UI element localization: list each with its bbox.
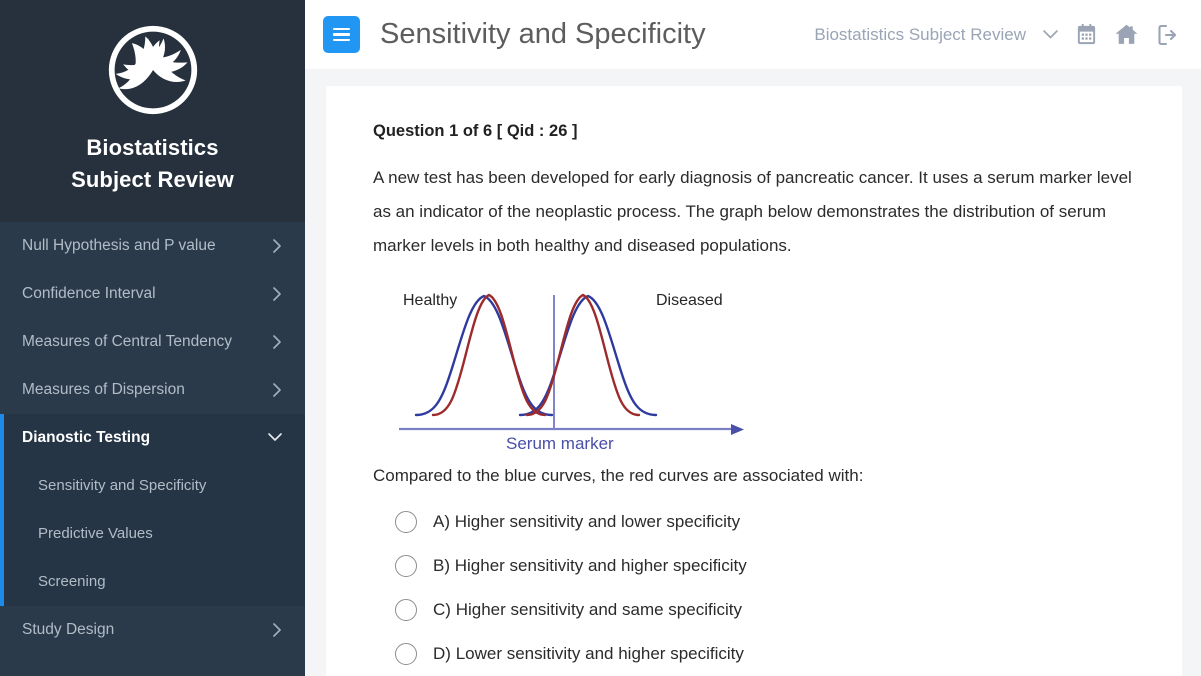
hamburger-bar — [333, 27, 350, 31]
answer-option-b[interactable]: B) Higher sensitivity and higher specifi… — [395, 544, 1142, 588]
answer-option-a-text: Higher sensitivity and lower specificity — [454, 512, 741, 531]
sidebar-item-label: Measures of Central Tendency — [22, 332, 232, 350]
answer-option-d-letter: D) — [433, 644, 451, 663]
answer-option-a[interactable]: A) Higher sensitivity and lower specific… — [395, 500, 1142, 544]
radio-button-b[interactable] — [395, 555, 417, 577]
sidebar-subnav: Sensitivity and Specificity Predictive V… — [0, 461, 305, 606]
question-body: A new test has been developed for early … — [373, 168, 1132, 255]
chart-xaxis-label: Serum marker — [506, 434, 614, 449]
sidebar-item-measures-of-central-tendency[interactable]: Measures of Central Tendency — [0, 318, 305, 366]
chevron-right-icon — [272, 238, 283, 254]
answer-option-d[interactable]: D) Lower sensitivity and higher specific… — [395, 632, 1142, 676]
radio-button-c[interactable] — [395, 599, 417, 621]
sidebar-item-study-design[interactable]: Study Design — [0, 606, 305, 654]
sidebar-item-confidence-interval[interactable]: Confidence Interval — [0, 270, 305, 318]
brand-title-line2: Subject Review — [71, 166, 234, 192]
answer-option-d-label: D) Lower sensitivity and higher specific… — [433, 644, 744, 664]
chevron-right-icon — [272, 622, 283, 638]
radio-button-d[interactable] — [395, 643, 417, 665]
question-heading: Question 1 of 6 [ Qid : 26 ] — [373, 122, 1142, 141]
sidebar-item-null-hypothesis-and-p-value[interactable]: Null Hypothesis and P value — [0, 222, 305, 270]
content-scroll-area[interactable]: Question 1 of 6 [ Qid : 26 ] A new test … — [305, 69, 1201, 676]
logout-icon[interactable] — [1155, 23, 1179, 47]
chevron-right-icon — [272, 334, 283, 350]
answer-option-c-letter: C) — [433, 600, 451, 619]
sidebar-item-dianostic-testing[interactable]: Dianostic Testing — [0, 413, 305, 462]
answer-option-b-label: B) Higher sensitivity and higher specifi… — [433, 556, 747, 576]
active-accent-rail-sub — [0, 461, 4, 606]
hamburger-menu-icon[interactable] — [323, 16, 360, 53]
calendar-icon[interactable] — [1075, 23, 1098, 46]
home-icon[interactable] — [1114, 22, 1139, 47]
chevron-down-icon[interactable] — [1042, 29, 1059, 40]
answer-option-a-label: A) Higher sensitivity and lower specific… — [433, 512, 740, 532]
brand-title: Biostatistics Subject Review — [71, 132, 234, 196]
active-accent-rail — [0, 413, 4, 462]
sidebar-subitem-label: Screening — [38, 573, 106, 591]
answer-options: A) Higher sensitivity and lower specific… — [395, 500, 1142, 676]
answer-option-d-text: Lower sensitivity and higher specificity — [455, 644, 744, 663]
topbar-actions: Biostatistics Subject Review — [814, 22, 1183, 47]
sidebar-item-label: Measures of Dispersion — [22, 380, 185, 398]
answer-option-c-text: Higher sensitivity and same specificity — [455, 600, 742, 619]
chevron-down-icon — [267, 432, 283, 443]
sidebar-item-label: Null Hypothesis and P value — [22, 236, 216, 254]
topbar: Sensitivity and Specificity Biostatistic… — [305, 0, 1201, 69]
brand-title-line1: Biostatistics — [86, 135, 219, 160]
question-card: Question 1 of 6 [ Qid : 26 ] A new test … — [326, 86, 1182, 676]
question-prompt: Compared to the blue curves, the red cur… — [373, 466, 864, 485]
chart-label-diseased: Diseased — [656, 292, 723, 309]
answer-option-c[interactable]: C) Higher sensitivity and same specifici… — [395, 588, 1142, 632]
sidebar-subitem-predictive-values[interactable]: Predictive Values — [0, 510, 305, 558]
answer-option-b-letter: B) — [433, 556, 450, 575]
chevron-right-icon — [272, 382, 283, 398]
question-number: Question 1 of 6 — [373, 122, 493, 140]
question-qid: [ Qid : 26 ] — [492, 122, 578, 140]
serum-marker-distribution-chart: Healthy Diseased Serum marker — [391, 277, 1142, 454]
spiral-swirl-logo-icon — [105, 22, 201, 118]
sidebar-brand: Biostatistics Subject Review — [0, 0, 305, 222]
chevron-right-icon — [272, 286, 283, 302]
answer-option-b-text: Higher sensitivity and higher specificit… — [454, 556, 747, 575]
sidebar: Biostatistics Subject Review Null Hypoth… — [0, 0, 305, 676]
sidebar-item-label: Dianostic Testing — [22, 428, 151, 446]
sidebar-subitem-label: Sensitivity and Specificity — [38, 477, 207, 495]
app-root: Biostatistics Subject Review Null Hypoth… — [0, 0, 1201, 676]
hamburger-bar — [333, 33, 350, 36]
sidebar-item-label: Confidence Interval — [22, 284, 156, 302]
sidebar-subitem-label: Predictive Values — [38, 525, 153, 543]
sidebar-subitem-sensitivity-and-specificity[interactable]: Sensitivity and Specificity — [0, 462, 305, 510]
chart-label-healthy: Healthy — [403, 292, 457, 309]
radio-button-a[interactable] — [395, 511, 417, 533]
hamburger-bar — [333, 38, 350, 42]
sidebar-item-label: Study Design — [22, 620, 115, 638]
sidebar-subitem-screening[interactable]: Screening — [0, 558, 305, 606]
sidebar-nav: Null Hypothesis and P value Confidence I… — [0, 222, 305, 676]
answer-option-a-letter: A) — [433, 512, 450, 531]
main-area: Sensitivity and Specificity Biostatistic… — [305, 0, 1201, 676]
course-name[interactable]: Biostatistics Subject Review — [814, 25, 1026, 45]
answer-option-c-label: C) Higher sensitivity and same specifici… — [433, 600, 742, 620]
sidebar-item-measures-of-dispersion[interactable]: Measures of Dispersion — [0, 366, 305, 414]
page-title: Sensitivity and Specificity — [380, 18, 706, 50]
